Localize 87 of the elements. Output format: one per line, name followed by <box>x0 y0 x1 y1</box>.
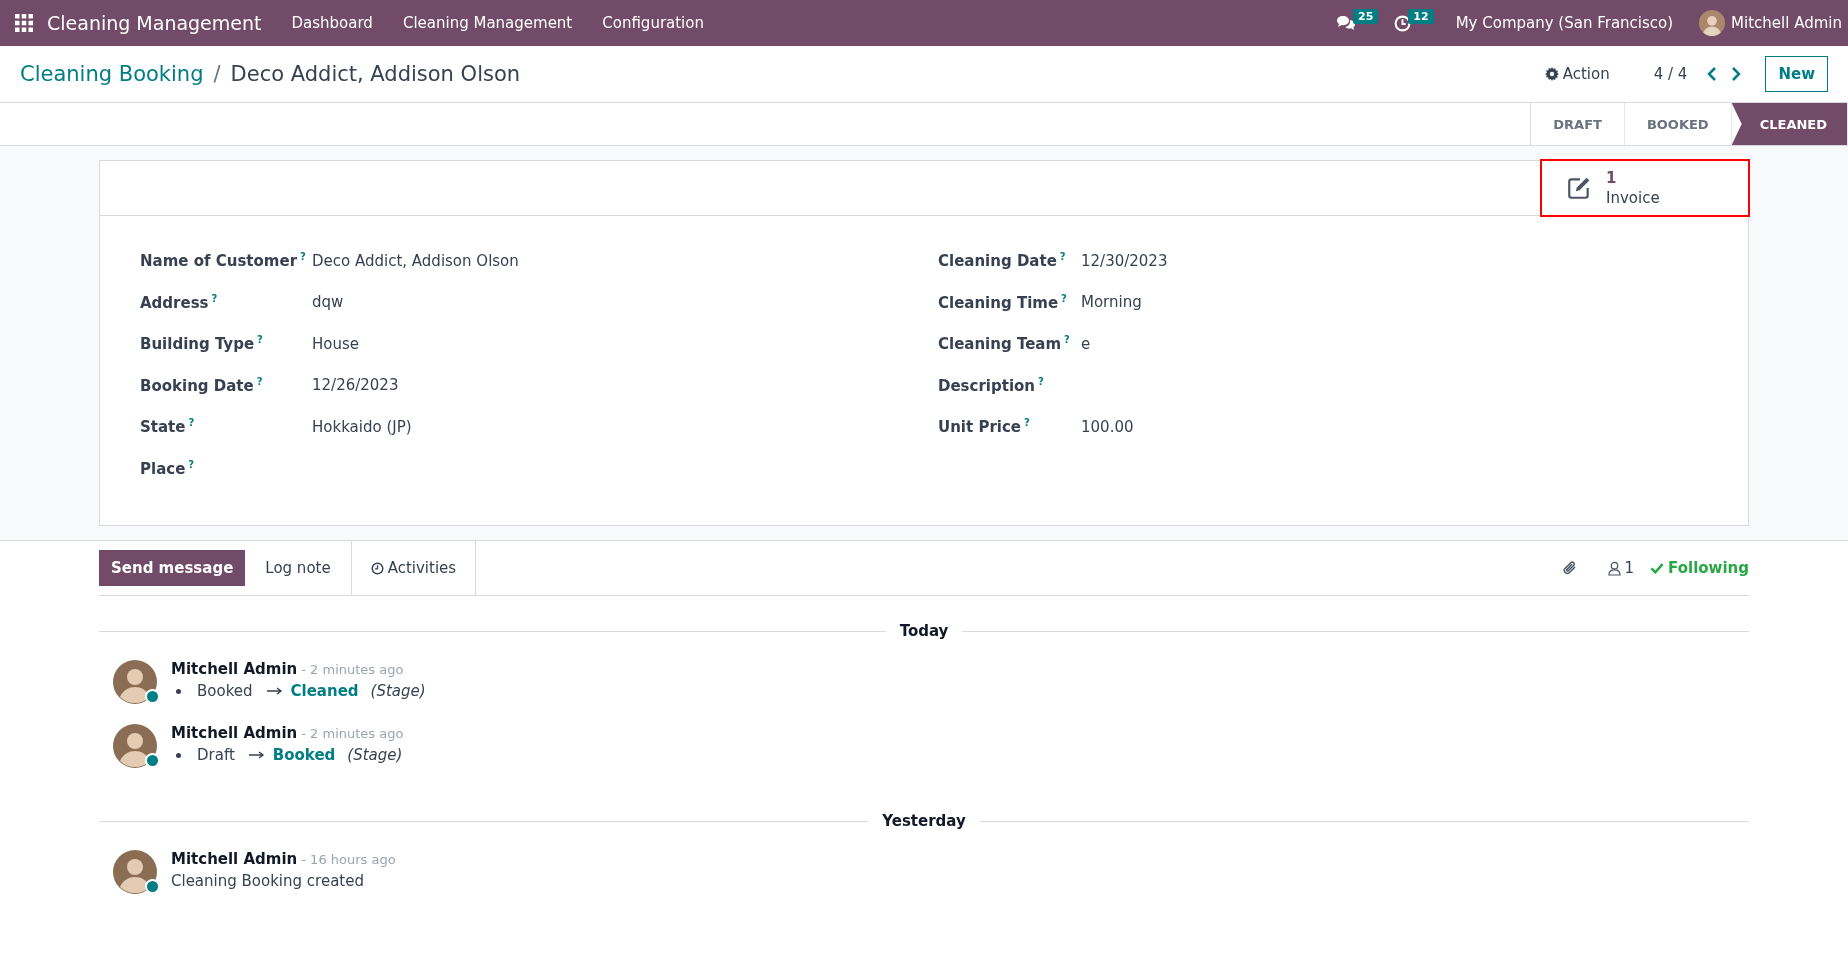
help-tooltip-mark[interactable]: ? <box>188 417 195 429</box>
followers-button[interactable]: 1 <box>1601 541 1641 595</box>
next-icon[interactable] <box>1731 67 1742 81</box>
avatar-icon <box>113 724 157 768</box>
field-value: e <box>1081 334 1091 353</box>
tracked-field-name: (Stage) <box>347 746 403 764</box>
help-tooltip-mark[interactable]: ? <box>300 251 306 263</box>
help-tooltip-mark[interactable]: ? <box>188 458 195 470</box>
help-tooltip-mark[interactable]: ? <box>1064 334 1070 346</box>
breadcrumb-link[interactable]: Cleaning Booking <box>20 62 204 86</box>
action-button[interactable]: Action <box>1538 64 1616 84</box>
field-label: State <box>140 418 186 437</box>
help-tooltip-mark[interactable]: ? <box>1059 251 1066 263</box>
online-status-icon <box>145 879 160 894</box>
field-value: Morning <box>1081 293 1142 312</box>
apps-grid-icon[interactable] <box>15 14 33 32</box>
field-label: Cleaning Time <box>938 293 1059 312</box>
field-value: Deco Addict, Addison Olson <box>312 251 519 270</box>
help-tooltip-mark[interactable]: ? <box>1061 292 1067 304</box>
help-tooltip-mark[interactable]: ? <box>1024 417 1030 429</box>
field-label: Unit Price <box>938 418 1021 437</box>
field-label: Booking Date <box>140 376 254 395</box>
arrow-right-icon <box>248 751 265 759</box>
new-value: Booked <box>272 746 336 764</box>
activities-button[interactable]: Activities <box>350 541 477 595</box>
bullet-icon <box>176 688 181 694</box>
gear-icon <box>1544 67 1559 81</box>
user-avatar-icon[interactable] <box>1699 10 1726 36</box>
field-label: Cleaning Date <box>938 252 1057 271</box>
message-text: Cleaning Booking created <box>171 872 365 890</box>
help-tooltip-mark[interactable]: ? <box>1038 375 1044 387</box>
avatar-icon <box>113 850 157 894</box>
message-time: - 2 minutes ago <box>301 726 404 741</box>
arrow-right-icon <box>266 687 283 695</box>
field-value: 100.00 <box>1081 417 1134 436</box>
field-label: Description <box>938 376 1036 395</box>
field-label: Name of Customer <box>140 252 298 271</box>
field-label: Building Type <box>140 335 255 354</box>
field-label: Address <box>140 293 209 312</box>
person-icon <box>1607 560 1621 576</box>
clock-icon[interactable] <box>1394 14 1412 32</box>
menu-item[interactable]: Configuration <box>602 14 704 32</box>
menu-item[interactable]: Cleaning Management <box>402 14 573 32</box>
previous-icon[interactable] <box>1707 67 1718 81</box>
field-value: Hokkaido (JP) <box>312 417 412 436</box>
activity-count-badge: 12 <box>1408 8 1434 24</box>
help-tooltip-mark[interactable]: ? <box>256 375 263 387</box>
user-name[interactable]: Mitchell Admin <box>1731 14 1842 32</box>
old-value: Booked <box>197 682 253 700</box>
online-status-icon <box>145 753 160 768</box>
invoice-smart-button[interactable]: 1 Invoice <box>1540 159 1750 217</box>
check-icon <box>1650 562 1665 574</box>
company-switcher[interactable]: My Company (San Francisco) <box>1455 14 1674 32</box>
breadcrumb-separator: / <box>213 62 221 86</box>
paperclip-icon[interactable] <box>1561 559 1578 577</box>
online-status-icon <box>145 689 160 704</box>
old-value: Draft <box>197 746 235 764</box>
tracked-field-name: (Stage) <box>370 682 426 700</box>
message-author[interactable]: Mitchell Admin <box>171 850 298 868</box>
app-name[interactable]: Cleaning Management <box>47 12 262 34</box>
message-author[interactable]: Mitchell Admin <box>171 724 298 742</box>
field-label: Cleaning Team <box>938 335 1062 354</box>
field-value: 12/26/2023 <box>312 376 399 395</box>
clock-icon <box>370 561 384 575</box>
message-time: - 2 minutes ago <box>301 662 404 677</box>
date-separator: Yesterday <box>882 812 966 830</box>
message-time: - 16 hours ago <box>301 852 396 867</box>
new-value: Cleaned <box>290 682 359 700</box>
field-label: Place <box>140 459 186 478</box>
message-count-badge: 25 <box>1353 8 1379 24</box>
help-tooltip-mark[interactable]: ? <box>257 334 263 346</box>
field-value: House <box>312 334 359 353</box>
pager-counter: 4 / 4 <box>1653 65 1688 83</box>
field-value: dqw <box>312 293 344 312</box>
date-separator: Today <box>899 622 949 640</box>
chat-icon[interactable] <box>1336 15 1356 31</box>
avatar-icon <box>113 660 157 704</box>
send-message-button[interactable]: Send message <box>99 550 246 586</box>
bullet-icon <box>176 752 181 758</box>
field-value: 12/30/2023 <box>1081 251 1168 270</box>
message-author[interactable]: Mitchell Admin <box>171 660 298 678</box>
help-tooltip-mark[interactable]: ? <box>211 292 218 304</box>
new-button[interactable]: New <box>1765 56 1828 92</box>
edit-icon <box>1566 175 1592 201</box>
stage-button[interactable]: CLEANED <box>1731 103 1848 145</box>
menu-item[interactable]: Dashboard <box>291 14 373 32</box>
record-title: Deco Addict, Addison Olson <box>230 62 521 86</box>
